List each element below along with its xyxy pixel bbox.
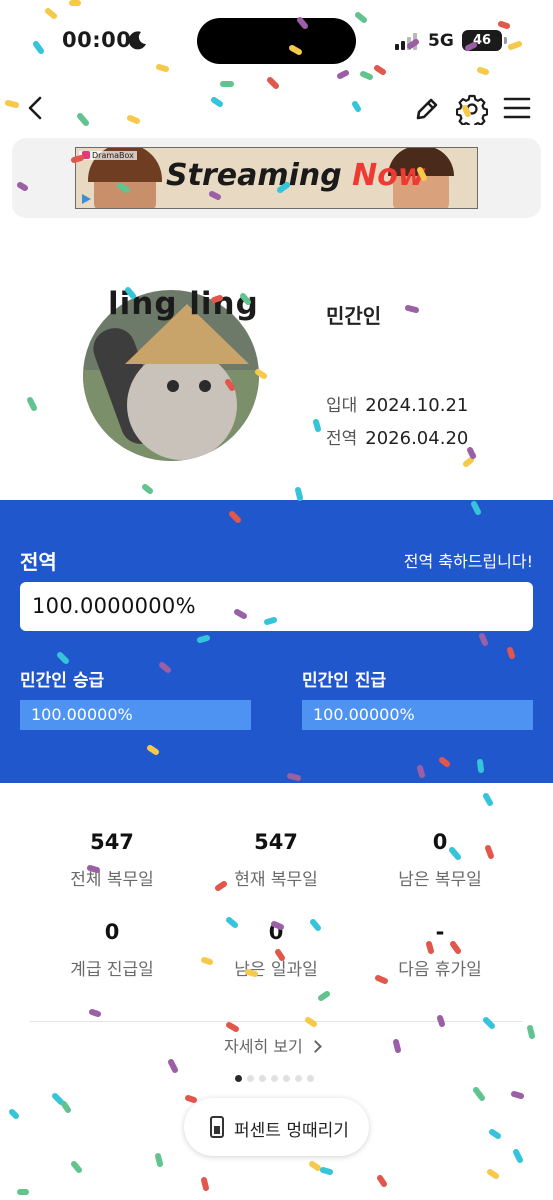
page-dot[interactable] (295, 1075, 302, 1082)
detail-link[interactable]: 자세히 보기 (224, 1033, 322, 1057)
stat-remaining-workdays: 0 남은 일과일 (234, 920, 318, 980)
chevron-left-icon[interactable] (22, 92, 50, 124)
moon-icon (128, 31, 146, 50)
page-dot[interactable] (259, 1075, 266, 1082)
ad-brand: DramaBox (79, 151, 137, 160)
advance-progress-bar: 100.00000% (302, 700, 533, 730)
divider (30, 1021, 523, 1022)
stat-next-leave: - 다음 휴가일 (398, 920, 482, 980)
congrats-text: 전역 축하드립니다! (403, 552, 533, 571)
hamburger-icon[interactable] (503, 95, 531, 121)
enlist-date: 2024.10.21 (365, 395, 469, 416)
progress-panel (0, 500, 553, 783)
promotion-progress-bar: 100.00000% (20, 700, 251, 730)
page-dot[interactable] (271, 1075, 278, 1082)
ad-headline: Streaming Now (166, 158, 426, 193)
ad-banner[interactable]: DramaBox Streaming Now (75, 147, 478, 209)
discharge-date-row: 전역 2026.04.20 (326, 424, 468, 449)
gear-icon[interactable] (456, 93, 488, 125)
chevron-right-icon (308, 1040, 322, 1053)
percent-zone-out-button[interactable]: 퍼센트 멍때리기 (184, 1098, 369, 1156)
signal-icon (395, 32, 419, 50)
page-dot[interactable] (283, 1075, 290, 1082)
network-type: 5G (428, 31, 454, 51)
pencil-icon[interactable] (412, 94, 442, 124)
stat-remaining-service: 0 남은 복무일 (398, 830, 482, 890)
page-dot[interactable] (247, 1075, 254, 1082)
progress-title: 전역 (20, 550, 57, 574)
battery-icon: 46 (462, 30, 507, 51)
enlist-label: 입대 (326, 396, 358, 416)
discharge-date: 2026.04.20 (365, 428, 469, 449)
dynamic-island (197, 18, 356, 64)
page-dot[interactable] (307, 1075, 314, 1082)
advance-label: 민간인 진급 (302, 671, 387, 691)
discharge-label: 전역 (326, 429, 358, 449)
avatar-caption: ling ling (108, 286, 259, 322)
status-bar: 00:00 5G 46 (0, 0, 553, 80)
promotion-label: 민간인 승급 (20, 671, 105, 691)
enlist-date-row: 입대 2024.10.21 (326, 391, 468, 416)
total-progress-field: 100.0000000% (20, 582, 533, 631)
ad-choices-icon[interactable] (80, 193, 92, 205)
stat-promotion-days: 0 계급 진급일 (70, 920, 154, 980)
page-dot[interactable] (235, 1075, 242, 1082)
rank-label: 민간인 (326, 304, 382, 328)
status-time: 00:00 (62, 28, 132, 52)
stat-total-service: 547 전체 복무일 (70, 830, 154, 890)
stat-current-service: 547 현재 복무일 (234, 830, 318, 890)
phone-icon (210, 1116, 224, 1138)
